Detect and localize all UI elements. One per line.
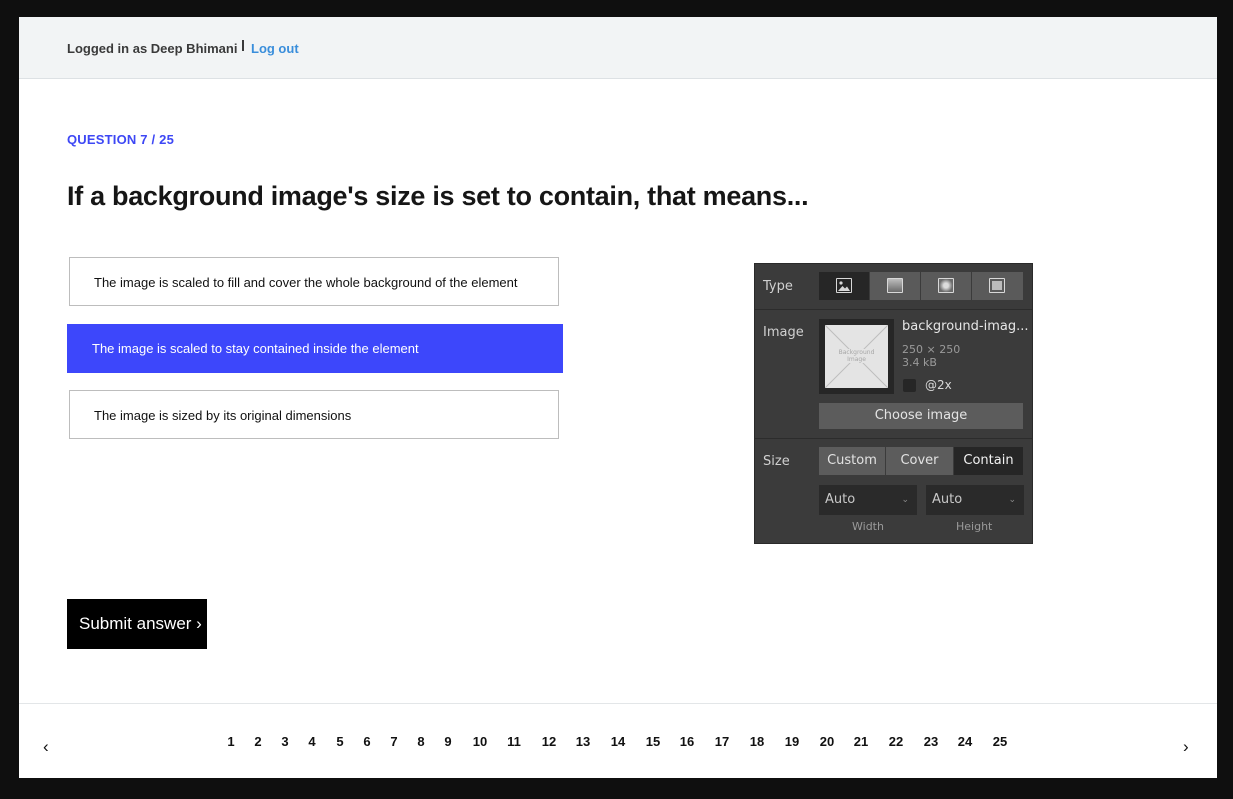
chevron-down-icon: ⌄ <box>1008 495 1016 505</box>
image-file-name: background-imag... <box>902 319 1029 334</box>
page-number-link[interactable]: 17 <box>715 734 729 749</box>
page-number-link[interactable]: 23 <box>924 734 938 749</box>
size-cover-button: Cover <box>886 447 953 475</box>
image-icon <box>836 278 852 293</box>
submit-answer-label: Submit answer › <box>79 614 202 633</box>
page-number-link[interactable]: 2 <box>254 734 261 749</box>
page-number-link[interactable]: 12 <box>542 734 556 749</box>
submit-answer-button[interactable]: Submit answer › <box>67 599 207 649</box>
page-number-link[interactable]: 25 <box>993 734 1007 749</box>
logged-in-text: Logged in as Deep Bhimani <box>67 41 238 56</box>
top-bar: Logged in as Deep Bhimani Log out <box>19 17 1217 79</box>
panel-divider <box>755 309 1032 310</box>
page-number-list: 1 2 3 4 5 6 7 8 9 10 11 12 13 14 15 16 17 18 19 20 21 22 23 24 2… <box>19 734 1217 754</box>
answer-option-3[interactable]: The image is sized by its original dimen… <box>69 390 559 439</box>
pagination-bar: ‹ 1 2 3 4 5 6 7 8 9 10 11 12 13 14 15 16 17 18 19 20 21 22 23 2… <box>19 703 1217 778</box>
width-dropdown: Auto ⌄ <box>819 485 917 515</box>
height-value: Auto <box>932 492 963 507</box>
page-number-link[interactable]: 21 <box>854 734 868 749</box>
page-number-link[interactable]: 19 <box>785 734 799 749</box>
image-type-button <box>819 272 869 300</box>
size-label: Size <box>763 454 790 469</box>
width-label: Width <box>852 520 884 533</box>
height-dropdown: Auto ⌄ <box>926 485 1024 515</box>
panel-divider <box>755 438 1032 439</box>
image-label: Image <box>763 325 804 340</box>
page-number-link[interactable]: 13 <box>576 734 590 749</box>
thumbnail-text: Background Image <box>833 349 880 363</box>
page-number-link[interactable]: 11 <box>507 734 521 749</box>
solid-color-icon <box>989 278 1005 293</box>
chevron-down-icon: ⌄ <box>901 495 909 505</box>
type-label: Type <box>763 279 793 294</box>
placeholder-image: Background Image <box>825 325 888 388</box>
page-number-link[interactable]: 16 <box>680 734 694 749</box>
page-number-link[interactable]: 7 <box>390 734 397 749</box>
next-question-arrow[interactable]: › <box>1183 737 1189 757</box>
page-number-link[interactable]: 20 <box>820 734 834 749</box>
separator <box>242 40 244 51</box>
page-number-link[interactable]: 9 <box>444 734 451 749</box>
size-button-group: Custom Cover Contain <box>819 447 1023 475</box>
size-custom-button: Custom <box>819 447 885 475</box>
answer-option-label: The image is scaled to stay contained in… <box>92 341 419 356</box>
image-dimensions: 250 × 250 <box>902 343 961 356</box>
answer-option-label: The image is scaled to fill and cover th… <box>94 275 518 290</box>
height-label: Height <box>956 520 993 533</box>
solid-color-type-button <box>972 272 1023 300</box>
page-number-link[interactable]: 8 <box>417 734 424 749</box>
width-value: Auto <box>825 492 856 507</box>
question-number: QUESTION 7 / 25 <box>67 132 175 147</box>
page-number-link[interactable]: 10 <box>473 734 487 749</box>
page-number-link[interactable]: 15 <box>646 734 660 749</box>
page-number-link[interactable]: 3 <box>281 734 288 749</box>
answer-option-1[interactable]: The image is scaled to fill and cover th… <box>69 257 559 306</box>
answer-option-label: The image is sized by its original dimen… <box>94 408 352 423</box>
answer-option-2-selected[interactable]: The image is scaled to stay contained in… <box>67 324 563 373</box>
size-contain-button: Contain <box>954 447 1023 475</box>
linear-gradient-icon <box>887 278 903 293</box>
radial-gradient-type-button <box>921 272 971 300</box>
page-number-link[interactable]: 14 <box>611 734 625 749</box>
choose-image-button: Choose image <box>819 403 1023 429</box>
linear-gradient-type-button <box>870 272 920 300</box>
quiz-window: Logged in as Deep Bhimani Log out QUESTI… <box>19 17 1217 778</box>
logout-link[interactable]: Log out <box>251 41 299 56</box>
page-number-link[interactable]: 22 <box>889 734 903 749</box>
type-button-group <box>819 272 1023 300</box>
question-title: If a background image's size is set to c… <box>67 181 809 211</box>
page-number-link[interactable]: 4 <box>308 734 315 749</box>
page-number-link[interactable]: 24 <box>958 734 972 749</box>
page-number-link[interactable]: 6 <box>363 734 370 749</box>
radial-gradient-icon <box>938 278 954 293</box>
page-number-link[interactable]: 18 <box>750 734 764 749</box>
page-number-link[interactable]: 5 <box>336 734 343 749</box>
background-settings-screenshot: Type Image Background Image background-i… <box>754 263 1033 544</box>
image-file-size: 3.4 kB <box>902 356 937 369</box>
page-number-link[interactable]: 1 <box>227 734 234 749</box>
retina-checkbox <box>903 379 916 392</box>
image-thumbnail: Background Image <box>819 319 894 394</box>
retina-label: @2x <box>925 378 952 392</box>
